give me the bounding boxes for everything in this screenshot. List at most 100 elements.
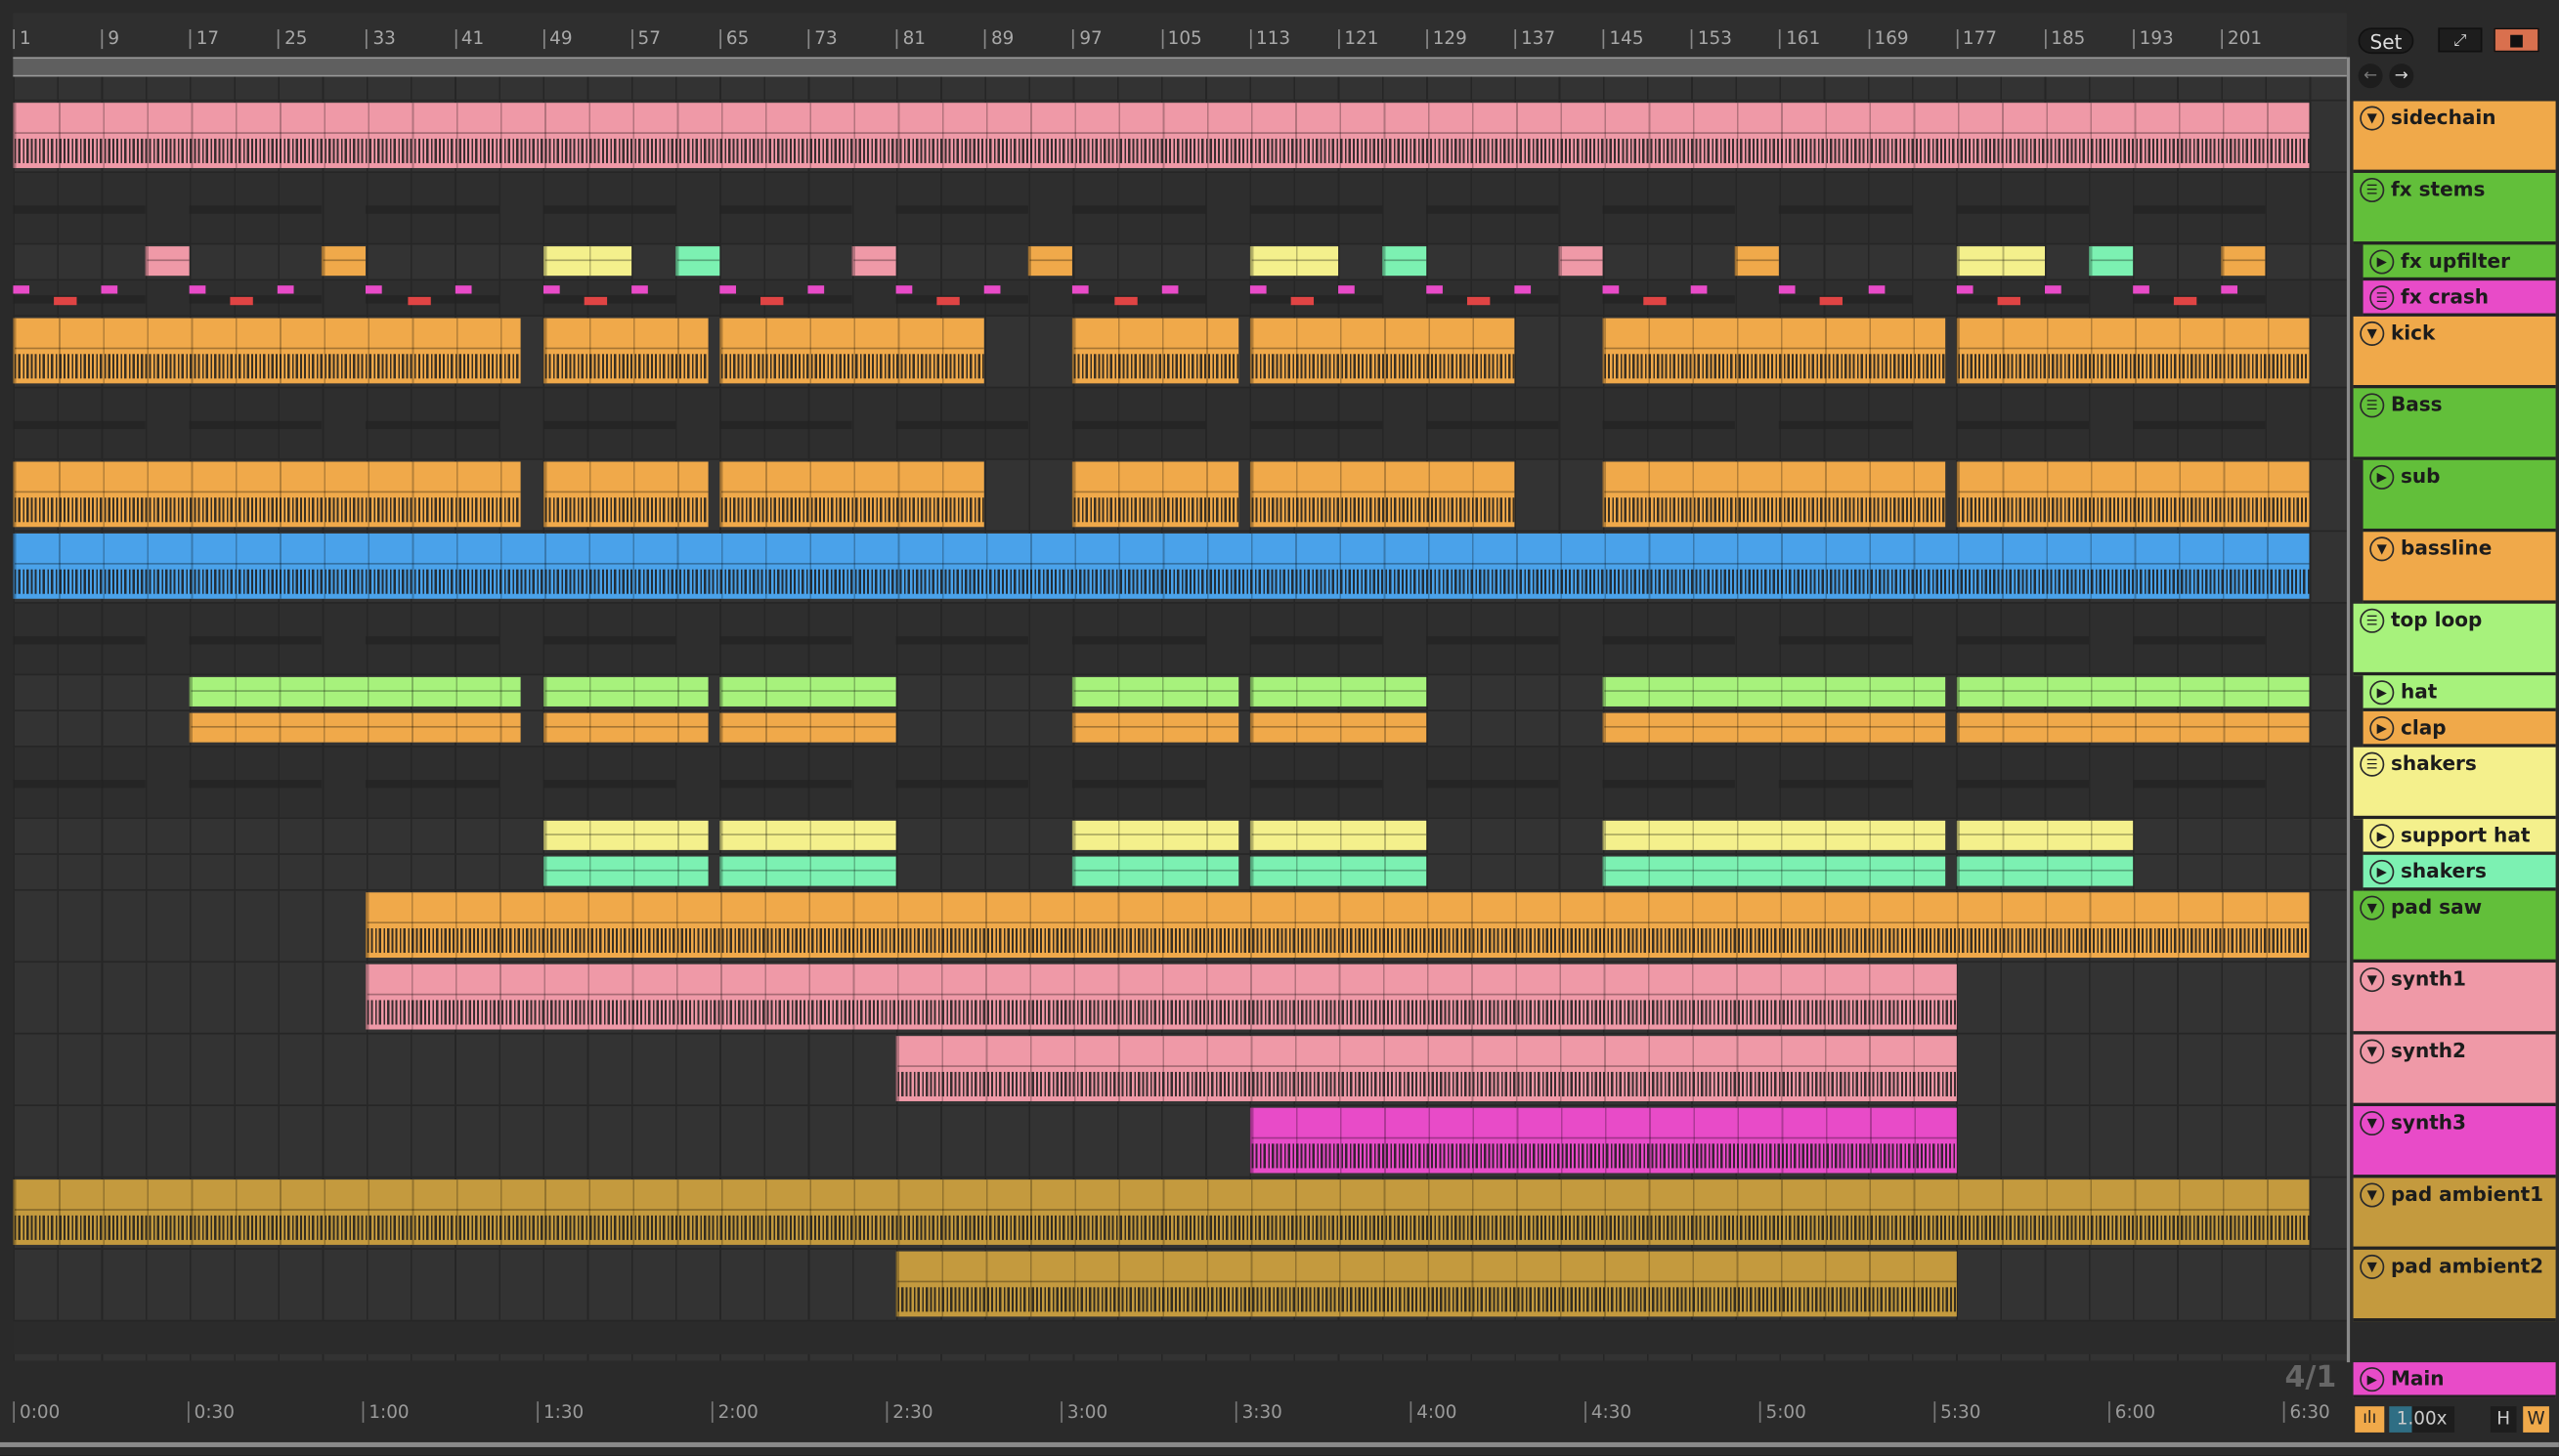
crash-clip-red[interactable] [1820, 296, 1843, 306]
clip[interactable] [542, 461, 709, 528]
play-icon[interactable]: ▶ [2360, 1367, 2385, 1392]
track-header-bassline[interactable]: ▼ bassline [2363, 532, 2556, 604]
clip[interactable] [13, 461, 521, 528]
play-icon[interactable]: ▶ [2369, 824, 2395, 849]
clip[interactable] [322, 246, 367, 277]
clip[interactable] [1072, 712, 1239, 743]
crash-clip[interactable] [1426, 285, 1443, 294]
track-header-fx-upfilter[interactable]: ▶ fx upfilter [2363, 244, 2556, 281]
clip[interactable] [542, 820, 709, 850]
track-header-hat[interactable]: ▶ hat [2363, 675, 2556, 711]
clip[interactable] [719, 461, 985, 528]
clip[interactable] [1735, 246, 1780, 277]
crash-clip[interactable] [1514, 285, 1532, 294]
track-header-pad-ambient1[interactable]: ▼ pad ambient1 [2353, 1178, 2556, 1250]
crash-clip[interactable] [719, 285, 736, 294]
clip[interactable] [1381, 246, 1427, 277]
clip[interactable] [1602, 461, 1945, 528]
crash-clip[interactable] [2221, 285, 2238, 294]
beat-ruler[interactable]: 1 9 17 25 33 41 49 57 65 73 81 89 97 105 113 121 129 137 1… [13, 13, 2347, 58]
crash-clip-red[interactable] [1997, 296, 2020, 306]
clip[interactable] [145, 246, 191, 277]
crash-clip[interactable] [807, 285, 825, 294]
crash-clip[interactable] [1602, 285, 1620, 294]
crash-clip[interactable] [190, 285, 206, 294]
crash-clip-red[interactable] [1466, 296, 1491, 306]
crash-clip-red[interactable] [2173, 296, 2197, 306]
clip[interactable] [2221, 246, 2266, 277]
track-lane[interactable] [13, 890, 2347, 964]
zoom-value[interactable]: 1.00x [2389, 1406, 2455, 1433]
track-lane[interactable] [13, 388, 2347, 460]
clip[interactable] [719, 676, 896, 707]
clip[interactable] [719, 318, 985, 384]
marker-lane[interactable] [13, 76, 2347, 102]
clip[interactable] [1956, 820, 2133, 850]
crash-clip[interactable] [2044, 285, 2061, 294]
clip[interactable] [675, 246, 720, 277]
track-lane[interactable] [13, 675, 2347, 711]
clip[interactable] [895, 1036, 1957, 1101]
group-icon[interactable]: ☰ [2360, 751, 2385, 777]
track-lane[interactable] [13, 1178, 2347, 1250]
clip[interactable] [1249, 676, 1427, 707]
clip[interactable] [1602, 820, 1945, 850]
crash-clip[interactable] [366, 285, 383, 294]
clip[interactable] [1249, 712, 1427, 743]
fold-arrow-icon[interactable]: ▼ [2360, 895, 2385, 921]
track-lane[interactable] [13, 1105, 2347, 1178]
fold-arrow-icon[interactable]: ▼ [2360, 106, 2385, 131]
crash-clip-red[interactable] [1643, 296, 1668, 306]
clip[interactable] [1249, 856, 1427, 886]
time-ruler[interactable]: 0:00 0:30 1:00 1:30 2:00 2:30 3:00 3:30 4:00 4:30… [13, 1396, 2347, 1436]
expand-icon[interactable]: ⤢ [2438, 27, 2483, 53]
crash-clip[interactable] [455, 285, 471, 294]
audio-waveform-toggle[interactable]: ılı [2355, 1406, 2385, 1433]
lock-icon[interactable]: ■ [2494, 27, 2539, 53]
clip[interactable] [851, 246, 896, 277]
clip[interactable] [1249, 820, 1427, 850]
clip[interactable] [1956, 461, 2310, 528]
clip[interactable] [1249, 246, 1338, 277]
play-icon[interactable]: ▶ [2369, 249, 2395, 275]
track-header-synth3[interactable]: ▼ synth3 [2353, 1105, 2556, 1178]
clip[interactable] [13, 1179, 2310, 1245]
clip[interactable] [542, 318, 709, 384]
crash-clip-red[interactable] [936, 296, 961, 306]
clip[interactable] [190, 676, 521, 707]
clip[interactable] [542, 856, 709, 886]
fold-arrow-icon[interactable]: ▼ [2360, 1254, 2385, 1279]
clip[interactable] [2088, 246, 2133, 277]
fold-arrow-icon[interactable]: ▼ [2360, 1182, 2385, 1208]
fold-arrow-icon[interactable]: ▼ [2360, 1110, 2385, 1136]
track-lane[interactable] [13, 854, 2347, 891]
crash-clip[interactable] [13, 285, 30, 294]
crash-clip-red[interactable] [54, 296, 77, 306]
clip[interactable] [1072, 318, 1239, 384]
track-lane[interactable] [13, 819, 2347, 855]
group-icon[interactable]: ☰ [2360, 608, 2385, 633]
clip[interactable] [13, 533, 2310, 599]
clip[interactable] [1956, 676, 2310, 707]
track-header-shakers[interactable]: ▶ shakers [2363, 854, 2556, 891]
track-lane[interactable] [13, 963, 2347, 1035]
crash-clip-red[interactable] [584, 296, 607, 306]
clip[interactable] [1956, 712, 2310, 743]
clip[interactable] [366, 892, 2310, 959]
w-button[interactable]: W [2523, 1406, 2549, 1433]
crash-clip[interactable] [1072, 285, 1090, 294]
play-icon[interactable]: ▶ [2369, 859, 2395, 884]
clip[interactable] [719, 712, 896, 743]
clip[interactable] [1249, 1107, 1957, 1174]
clip[interactable] [1956, 246, 2045, 277]
track-lane[interactable] [13, 1034, 2347, 1106]
clip[interactable] [1072, 856, 1239, 886]
set-button[interactable]: Set [2358, 27, 2414, 55]
crash-clip-red[interactable] [407, 296, 430, 306]
clip[interactable] [1956, 856, 2133, 886]
track-header-pad-ambient2[interactable]: ▼ pad ambient2 [2353, 1249, 2556, 1322]
clip[interactable] [542, 246, 631, 277]
crash-clip[interactable] [1160, 285, 1178, 294]
track-lane[interactable] [13, 244, 2347, 281]
track-lane[interactable] [13, 459, 2347, 533]
